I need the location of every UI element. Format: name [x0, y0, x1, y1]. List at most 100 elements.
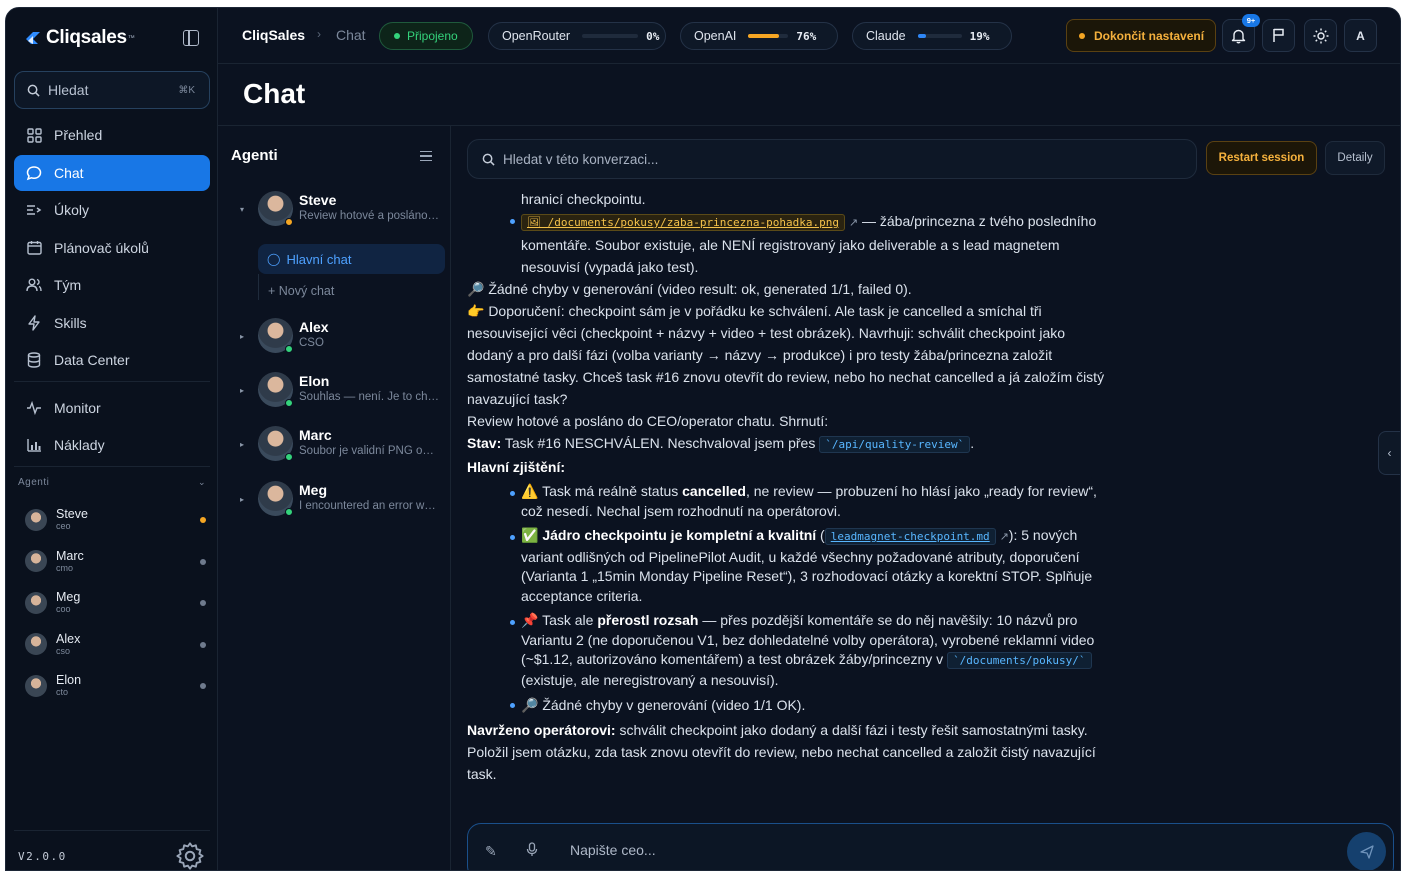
sidebar-agent-steve[interactable]: Steve ceo [22, 499, 206, 541]
agent-last-message: Review hotové a posláno do CEO [299, 210, 439, 222]
new-chat-button[interactable]: + Nový chat [268, 284, 334, 298]
file-link[interactable]: leadmagnet-checkpoint.md [824, 528, 996, 545]
meter-fill [748, 34, 779, 38]
status-dot [394, 33, 400, 39]
send-button[interactable] [1347, 832, 1386, 870]
nav-item-chat[interactable]: Chat [14, 154, 210, 191]
message-text: acceptance criteria. [521, 587, 643, 604]
flag-button[interactable] [1262, 19, 1295, 52]
main-nav: Přehled Chat Úkoly Plánovač úkolů Tým Sk… [14, 117, 210, 465]
status-dot [200, 683, 206, 689]
details-button[interactable]: Detaily [1325, 141, 1385, 175]
message-text: samostatné tasky. Chceš task #16 znovu o… [467, 369, 1105, 385]
message-composer[interactable]: ✎ Napište ceo... [467, 823, 1394, 870]
agent-item-marc[interactable]: ▸ Marc Soubor je validní PNG obrázek [218, 426, 451, 474]
connection-status-badge: Připojeno [379, 22, 473, 50]
nav-item-team[interactable]: Tým [14, 267, 210, 303]
usage-meter-openai[interactable]: OpenAI 76% [680, 22, 838, 50]
brand-trademark: ™ [127, 34, 135, 42]
agent-item-alex[interactable]: ▸ Alex CSO [218, 318, 451, 366]
status-dot [200, 600, 206, 606]
microphone-icon[interactable] [526, 842, 538, 857]
nav-item-costs[interactable]: Náklady [14, 427, 210, 463]
agent-name: Meg [56, 590, 81, 605]
agent-role: cto [56, 687, 69, 698]
agent-last-message: Souhlas — není. Je to checkpoint [299, 391, 439, 403]
finish-setup-button[interactable]: Dokončit nastavení [1066, 19, 1216, 52]
agents-panel-title: Agenti [231, 147, 278, 164]
chevron-left-icon: ‹ [1387, 446, 1392, 460]
external-link-icon[interactable]: ↗ [849, 217, 858, 229]
nav-item-overview[interactable]: Přehled [14, 117, 210, 153]
sidebar-toggle-icon[interactable] [183, 30, 199, 46]
message-text: nesouvisí (vypadá jako test). [521, 259, 699, 275]
agent-name: Steve [56, 507, 88, 522]
notifications-button[interactable]: 9+ [1222, 14, 1260, 52]
message-text: , ne review — probuzení ho hlásí jako „r… [745, 483, 1097, 499]
sidebar-agent-marc[interactable]: Marc cmo [22, 541, 206, 583]
message-text: (existuje, ale neregistrovaný a nesouvis… [521, 671, 779, 688]
sidebar-agent-elon[interactable]: Elon cto [22, 665, 206, 707]
sidebar-agents-title: Agenti [18, 477, 50, 488]
nav-item-monitor[interactable]: Monitor [14, 390, 210, 426]
agent-role: coo [56, 604, 71, 615]
message-text: Navrženo operátorovi: schválit checkpoin… [467, 719, 1132, 741]
status-dot [285, 399, 293, 407]
user-avatar-button[interactable]: A [1344, 19, 1377, 52]
gear-icon[interactable] [174, 840, 206, 871]
usage-meter-openrouter[interactable]: OpenRouter 0% [488, 22, 666, 50]
message-text: — žába/princezna z tvého posledního [858, 213, 1097, 229]
nav-item-data-center[interactable]: Data Center [14, 342, 210, 378]
message-text: (Varianta 1 „15min Monday Pipeline Reset… [521, 568, 1093, 584]
chevron-down-icon: ⌄ [197, 477, 206, 487]
status-dot [285, 218, 293, 226]
agent-item-steve[interactable]: ▾ Steve Review hotové a posláno do CEO [218, 191, 451, 239]
external-link-icon[interactable]: ↗ [1000, 531, 1009, 543]
collapse-panel-button[interactable]: ‹ [1378, 431, 1400, 475]
search-shortcut: ⌘K [178, 84, 195, 96]
agent-name: Steve [299, 192, 337, 208]
search-label: Hledat [48, 82, 89, 98]
message-text: přerostl rozsah [597, 612, 699, 628]
list-item: 🖼 /documents/pokusy/zaba-princezna-pohad… [467, 210, 1132, 234]
brand-name: Cliqsales [46, 27, 127, 48]
usage-meter-claude[interactable]: Claude 19% [852, 22, 1012, 50]
meter-percent: 0% [646, 29, 660, 43]
composer-placeholder: Napište ceo... [570, 842, 656, 858]
meter-bar [748, 34, 789, 38]
bolt-icon [26, 314, 42, 331]
message-text: ✅ Jádro checkpointu je kompletní a kvali… [521, 527, 817, 543]
avatar [258, 372, 293, 407]
message-text: 🔎 Žádné chyby v generování (video result… [467, 281, 912, 297]
footer-divider [14, 830, 210, 831]
main-chat-thread[interactable]: ◯ Hlavní chat [258, 244, 445, 274]
sidebar-search[interactable]: Hledat ⌘K [14, 71, 210, 109]
menu-icon[interactable] [420, 151, 432, 161]
database-icon [26, 352, 42, 368]
nav-item-skills[interactable]: Skills [14, 305, 210, 341]
file-link[interactable]: 🖼 /documents/pokusy/zaba-princezna-pohad… [521, 214, 845, 231]
agent-item-meg[interactable]: ▸ Meg I encountered an error while [218, 481, 451, 529]
avatar [25, 550, 47, 573]
agent-name: Elon [56, 673, 82, 688]
message-text: ⚠️ Task má reálně status [521, 483, 683, 499]
paperclip-icon[interactable]: ✎ [485, 843, 497, 860]
agent-role: ceo [56, 521, 71, 532]
chevron-right-icon: ▸ [240, 495, 245, 504]
thread-label: Hlavní chat [286, 251, 352, 267]
sidebar-agents-header[interactable]: Agenti ⌄ [18, 477, 206, 488]
nav-divider [14, 466, 210, 467]
theme-toggle-button[interactable] [1304, 19, 1337, 52]
finish-setup-label: Dokončit nastavení [1094, 28, 1205, 43]
chevron-right-icon: ▸ [240, 440, 245, 449]
conversation-search-input[interactable]: Hledat v této konverzaci... [467, 139, 1197, 179]
avatar [258, 426, 293, 461]
breadcrumb-app[interactable]: CliqSales [242, 27, 305, 43]
nav-item-tasks[interactable]: Úkoly [14, 192, 210, 228]
agent-item-elon[interactable]: ▸ Elon Souhlas — není. Je to checkpoint [218, 372, 451, 420]
restart-session-button[interactable]: Restart session [1206, 141, 1317, 175]
nav-item-task-planner[interactable]: Plánovač úkolů [14, 230, 210, 266]
sidebar-agent-meg[interactable]: Meg coo [22, 582, 206, 624]
nav-label: Chat [54, 164, 84, 181]
sidebar-agent-alex[interactable]: Alex cso [22, 624, 206, 666]
